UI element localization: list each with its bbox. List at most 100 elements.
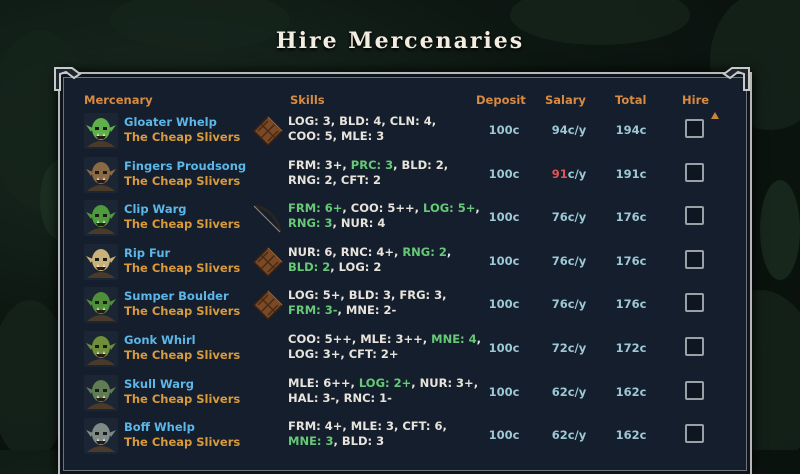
- skill-highlighted: PRC: 3: [350, 157, 394, 172]
- mercenary-skills: MLE: 6++, LOG: 2+, NUR: 3+, HAL: 3-, RNC:…: [288, 375, 478, 406]
- mercenary-group: The Cheap Slivers: [124, 391, 241, 406]
- hire-checkbox[interactable]: [685, 424, 704, 444]
- skills-line: BLD: 2, LOG: 2: [288, 260, 473, 275]
- mercenary-skills: COO: 5++, MLE: 3++, MNE: 4, LOG: 3+, CFT:…: [288, 332, 481, 362]
- skill-text: LOG: 5+, BLD: 3, FRG: 3,: [288, 288, 447, 303]
- mercenary-portrait: [84, 200, 118, 237]
- skills-line: MLE: 6++, LOG: 2+, NUR: 3+,: [288, 375, 478, 391]
- skills-line: RNG: 2, CFT: 2: [288, 173, 473, 188]
- skill-text: FRM: 4+, MLE: 3, CFT: 6,: [288, 419, 447, 434]
- skills-line: COO: 5, MLE: 3: [288, 129, 473, 144]
- hire-checkbox[interactable]: [685, 293, 704, 313]
- skill-text: , BLD: 2,: [393, 157, 449, 172]
- skill-highlighted: FRM: 6+: [288, 201, 343, 216]
- column-header-total[interactable]: Total: [615, 93, 646, 107]
- mercenary-skills: FRM: 3+, PRC: 3, BLD: 2, RNG: 2, CFT: 2: [288, 158, 473, 188]
- mercenary-name[interactable]: Clip Warg: [124, 202, 187, 216]
- mercenary-portrait: [84, 243, 118, 280]
- skill-text: , LOG: 2: [330, 259, 382, 274]
- total-value: 191c: [615, 166, 647, 181]
- mercenary-portrait: [84, 113, 118, 149]
- leather-armor-icon: [250, 244, 286, 280]
- skill-text: , NUR: 4: [332, 216, 386, 231]
- hire-checkbox[interactable]: [685, 162, 704, 182]
- column-header-hire[interactable]: Hire: [682, 93, 709, 107]
- mercenary-group: The Cheap Slivers: [124, 348, 241, 362]
- hire-checkbox[interactable]: [685, 249, 704, 269]
- column-header-skills[interactable]: Skills: [290, 93, 325, 107]
- salary-unit: c/y: [567, 166, 587, 181]
- skill-highlighted: BLD: 2: [288, 259, 331, 274]
- mercenary-row[interactable]: Clip Warg The Cheap Slivers FRM: 6+, COO:…: [78, 197, 728, 241]
- skills-line: FRM: 6+, COO: 5++, LOG: 5+,: [288, 201, 480, 216]
- mercenary-name[interactable]: Fingers Proudsong: [124, 159, 246, 173]
- total-value: 162c: [615, 428, 647, 443]
- hire-checkbox[interactable]: [685, 206, 704, 226]
- mercenary-portrait: [84, 331, 118, 367]
- mercenary-row[interactable]: Gonk Whirl The Cheap Slivers COO: 5++, MLE…: [78, 328, 728, 372]
- mercenary-name[interactable]: Sumper Boulder: [124, 289, 229, 303]
- mercenary-skills: FRM: 6+, COO: 5++, LOG: 5+, RNG: 3, NUR: …: [288, 201, 480, 231]
- skill-text: LOG: 3: [288, 114, 331, 128]
- mercenary-portrait: [84, 287, 118, 324]
- skill-text: HAL: 3-, RNC: 1-: [288, 390, 392, 405]
- mercenary-name[interactable]: Rip Fur: [124, 246, 170, 260]
- mercenary-row[interactable]: Sumper Boulder The Cheap Slivers LOG: 5+,…: [78, 284, 728, 328]
- mercenary-row[interactable]: Rip Fur The Cheap Slivers NUR: 6, RNC: 4+…: [78, 241, 728, 285]
- bow-icon: [250, 200, 286, 236]
- mercenary-name[interactable]: Gonk Whirl: [124, 333, 196, 347]
- total-value: 172c: [615, 341, 647, 355]
- mercenary-name[interactable]: Skull Warg: [124, 377, 194, 391]
- panel-corner-ornament-left: [52, 64, 86, 94]
- total-value: 176c: [615, 253, 647, 268]
- salary-value: 62c/y: [551, 428, 587, 443]
- deposit-value: 100c: [488, 210, 520, 225]
- hire-checkbox[interactable]: [685, 337, 704, 356]
- skills-line: NUR: 6, RNC: 4+, RNG: 2,: [288, 245, 473, 260]
- skill-highlighted: FRM: 3-: [288, 303, 338, 318]
- skill-highlighted: MNE: 4: [431, 332, 477, 346]
- skills-line: COO: 5++, MLE: 3++, MNE: 4,: [288, 332, 481, 347]
- skills-line: LOG: 3+, CFT: 2+: [288, 347, 473, 362]
- hire-checkbox[interactable]: [685, 380, 704, 400]
- deposit-value: 100c: [488, 384, 520, 399]
- mercenary-name[interactable]: Boff Whelp: [124, 420, 195, 434]
- deposit-value: 100c: [488, 428, 520, 443]
- mercenary-group: The Cheap Slivers: [124, 260, 241, 275]
- skill-text: ,: [446, 244, 452, 259]
- skill-text: COO: 5++, MLE: 3++,: [288, 332, 432, 346]
- deposit-value: 100c: [488, 123, 520, 137]
- salary-value: 76c/y: [551, 210, 587, 225]
- mercenary-name[interactable]: Gloater Whelp: [124, 115, 217, 129]
- salary-value: 91c/y: [544, 167, 594, 181]
- total-value: 194c: [615, 123, 647, 137]
- mercenary-row[interactable]: Boff Whelp The Cheap Slivers FRM: 4+, MLE:…: [78, 415, 728, 459]
- skill-text: MLE: 6++,: [288, 375, 359, 390]
- column-header-mercenary[interactable]: Mercenary: [84, 93, 153, 107]
- skills-line: FRM: 4+, MLE: 3, CFT: 6,: [288, 419, 473, 434]
- deposit-value: 100c: [488, 253, 520, 268]
- mercenary-group: The Cheap Slivers: [124, 304, 241, 319]
- skill-highlighted: RNG: 3: [288, 216, 333, 231]
- skill-text: RNG: 2, CFT: 2: [288, 172, 382, 187]
- deposit-value: 100c: [488, 341, 520, 355]
- skill-text: , BLD: 3: [333, 434, 385, 449]
- mercenary-row[interactable]: Skull Warg The Cheap Slivers MLE: 6++, LOG…: [78, 372, 728, 416]
- mercenary-portrait: [84, 418, 118, 455]
- hire-checkbox[interactable]: [685, 119, 704, 138]
- mercenary-skills: LOG: 5+, BLD: 3, FRG: 3, FRM: 3-, MNE: 2-: [288, 288, 473, 318]
- skill-text: , COO: 5++,: [342, 201, 424, 216]
- column-header-deposit[interactable]: Deposit: [476, 93, 526, 107]
- skill-highlighted: LOG: 2+: [358, 375, 412, 390]
- total-value: 162c: [615, 384, 647, 399]
- mercenary-row[interactable]: Fingers Proudsong The Cheap Slivers FRM: 3…: [78, 154, 728, 198]
- mercenary-row[interactable]: Gloater Whelp The Cheap Slivers LOG: 3, B…: [78, 110, 728, 154]
- mercenary-group: The Cheap Slivers: [124, 435, 241, 450]
- deposit-value: 100c: [488, 166, 520, 181]
- deposit-value: 100c: [488, 297, 520, 312]
- skills-line: FRM: 3-, MNE: 2-: [288, 303, 473, 318]
- page-title: Hire Mercenaries: [275, 28, 525, 54]
- column-header-salary[interactable]: Salary: [545, 93, 586, 107]
- skill-text: COO: 5: [288, 129, 333, 143]
- mercenary-portrait: [84, 374, 118, 411]
